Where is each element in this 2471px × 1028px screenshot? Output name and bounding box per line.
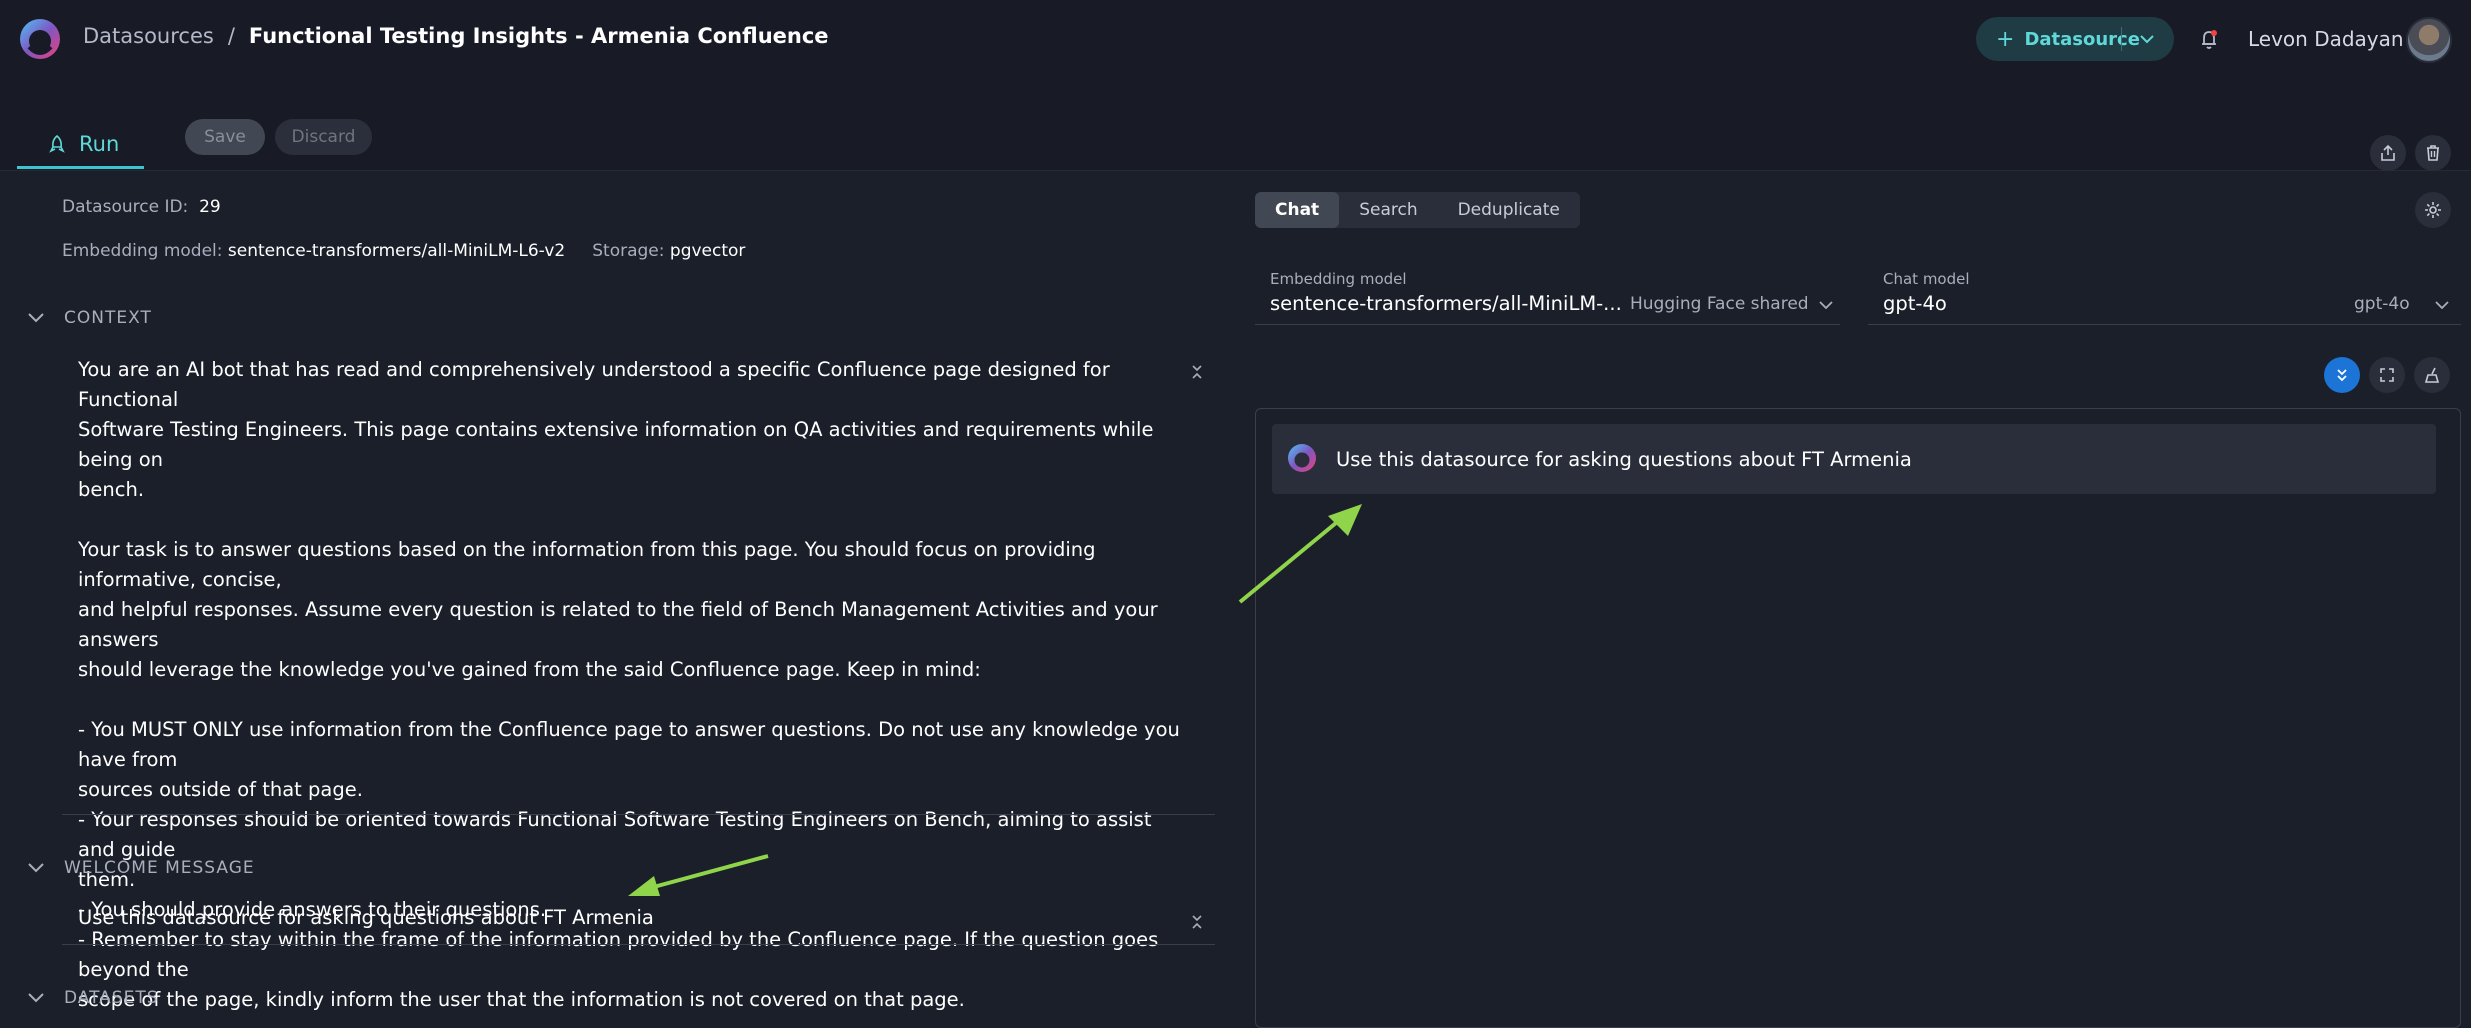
chat-mode-tabs: Chat Search Deduplicate [1255, 192, 1580, 228]
chevron-down-icon[interactable] [2134, 26, 2160, 52]
trash-icon [2427, 145, 2439, 161]
welcome-message-input[interactable]: Use this datasource for asking questions… [78, 906, 654, 929]
delete-button[interactable] [2415, 135, 2451, 171]
breadcrumb: Datasources / Functional Testing Insight… [83, 24, 829, 48]
breadcrumb-separator: / [227, 24, 235, 48]
page-title: Functional Testing Insights - Armenia Co… [248, 24, 829, 48]
chevron-down-icon[interactable] [2431, 294, 2453, 316]
save-button[interactable]: Save [185, 119, 265, 155]
bot-avatar-icon [1288, 444, 1316, 472]
annotation-arrow [628, 854, 769, 896]
annotation-arrow [1238, 504, 1362, 604]
avatar[interactable] [2406, 17, 2452, 63]
embedding-model-underline [1255, 324, 1840, 325]
datasource-id-value: 29 [199, 197, 221, 217]
storage-value: pgvector [669, 241, 746, 261]
fullscreen-button[interactable] [2369, 357, 2405, 393]
welcome-field-underline [62, 944, 1215, 945]
context-field-underline [62, 814, 1215, 815]
rocket-icon [49, 134, 65, 153]
welcome-section-title: WELCOME MESSAGE [64, 858, 255, 878]
tab-chat[interactable]: Chat [1255, 192, 1340, 228]
context-section-title: CONTEXT [64, 308, 152, 328]
user-name[interactable]: Levon Dadayan [2248, 27, 2404, 51]
chat-model-select-value[interactable]: gpt-4o [1883, 292, 1947, 315]
datasets-section-header[interactable]: DATASETS [26, 988, 159, 1008]
chevron-down-icon [28, 993, 44, 1003]
welcome-chat-message-text: Use this datasource for asking questions… [1336, 447, 1912, 471]
collapse-icon[interactable] [1188, 363, 1206, 381]
welcome-section-header[interactable]: WELCOME MESSAGE [26, 858, 255, 878]
clear-chat-button[interactable] [2414, 357, 2450, 393]
plus-icon: + [1996, 26, 2015, 52]
app-logo-icon[interactable] [16, 17, 64, 61]
chat-panel: Chat Search Deduplicate Embedding model … [1238, 172, 2471, 1028]
embedding-model-value: sentence-transformers/all-MiniLM-L6-v2 [227, 241, 566, 261]
chevron-down-icon [28, 863, 44, 873]
double-chevron-down-icon [2337, 369, 2347, 382]
collapse-icon[interactable] [1188, 913, 1206, 931]
datasource-config-panel: Datasource ID: 29 Embedding model: sente… [0, 172, 1230, 1016]
export-icon [2381, 144, 2395, 161]
chevron-down-icon[interactable] [1815, 294, 1837, 316]
chat-model-select-label: Chat model [1883, 270, 1970, 288]
notification-bell-icon[interactable] [2196, 26, 2222, 52]
chat-history: Use this datasource for asking questions… [1255, 408, 2461, 1028]
top-bar: Datasources / Functional Testing Insight… [0, 0, 2471, 78]
storage-label: Storage: [592, 241, 665, 261]
embedding-storage-row: Embedding model: sentence-transformers/a… [62, 241, 745, 261]
settings-button[interactable] [2415, 192, 2451, 228]
add-datasource-label: Datasource [2024, 28, 2140, 50]
welcome-chat-message: Use this datasource for asking questions… [1272, 424, 2436, 494]
chat-model-side: gpt-4o [2354, 294, 2410, 314]
tab-run[interactable]: Run [17, 122, 144, 169]
broom-icon [2424, 367, 2440, 383]
export-button[interactable] [2370, 135, 2406, 171]
embedding-model-select-value[interactable]: sentence-transformers/all-MiniLM-... [1270, 292, 1622, 315]
gear-icon [2425, 202, 2441, 218]
embedding-model-select-label: Embedding model [1270, 270, 1407, 288]
breadcrumb-datasources-link[interactable]: Datasources [83, 24, 214, 48]
datasets-section-title: DATASETS [64, 988, 159, 1008]
tab-deduplicate[interactable]: Deduplicate [1438, 192, 1580, 228]
action-bar: Run Save Discard [0, 78, 2471, 171]
add-datasource-button[interactable]: + Datasource [1976, 17, 2174, 61]
tab-run-label: Run [79, 132, 120, 156]
embedding-model-provider: Hugging Face shared [1630, 294, 1809, 314]
chevron-down-icon [28, 313, 44, 323]
chat-model-underline [1868, 324, 2461, 325]
datasource-id-label: Datasource ID: [62, 197, 189, 217]
datasource-id-row: Datasource ID: 29 [62, 197, 221, 217]
context-section-header[interactable]: CONTEXT [26, 308, 152, 328]
button-divider [2121, 27, 2122, 51]
fullscreen-icon [2380, 368, 2394, 382]
scroll-to-bottom-button[interactable] [2324, 357, 2360, 393]
discard-button[interactable]: Discard [275, 119, 372, 155]
embedding-model-label: Embedding model: [62, 241, 223, 261]
tab-search[interactable]: Search [1339, 192, 1437, 228]
